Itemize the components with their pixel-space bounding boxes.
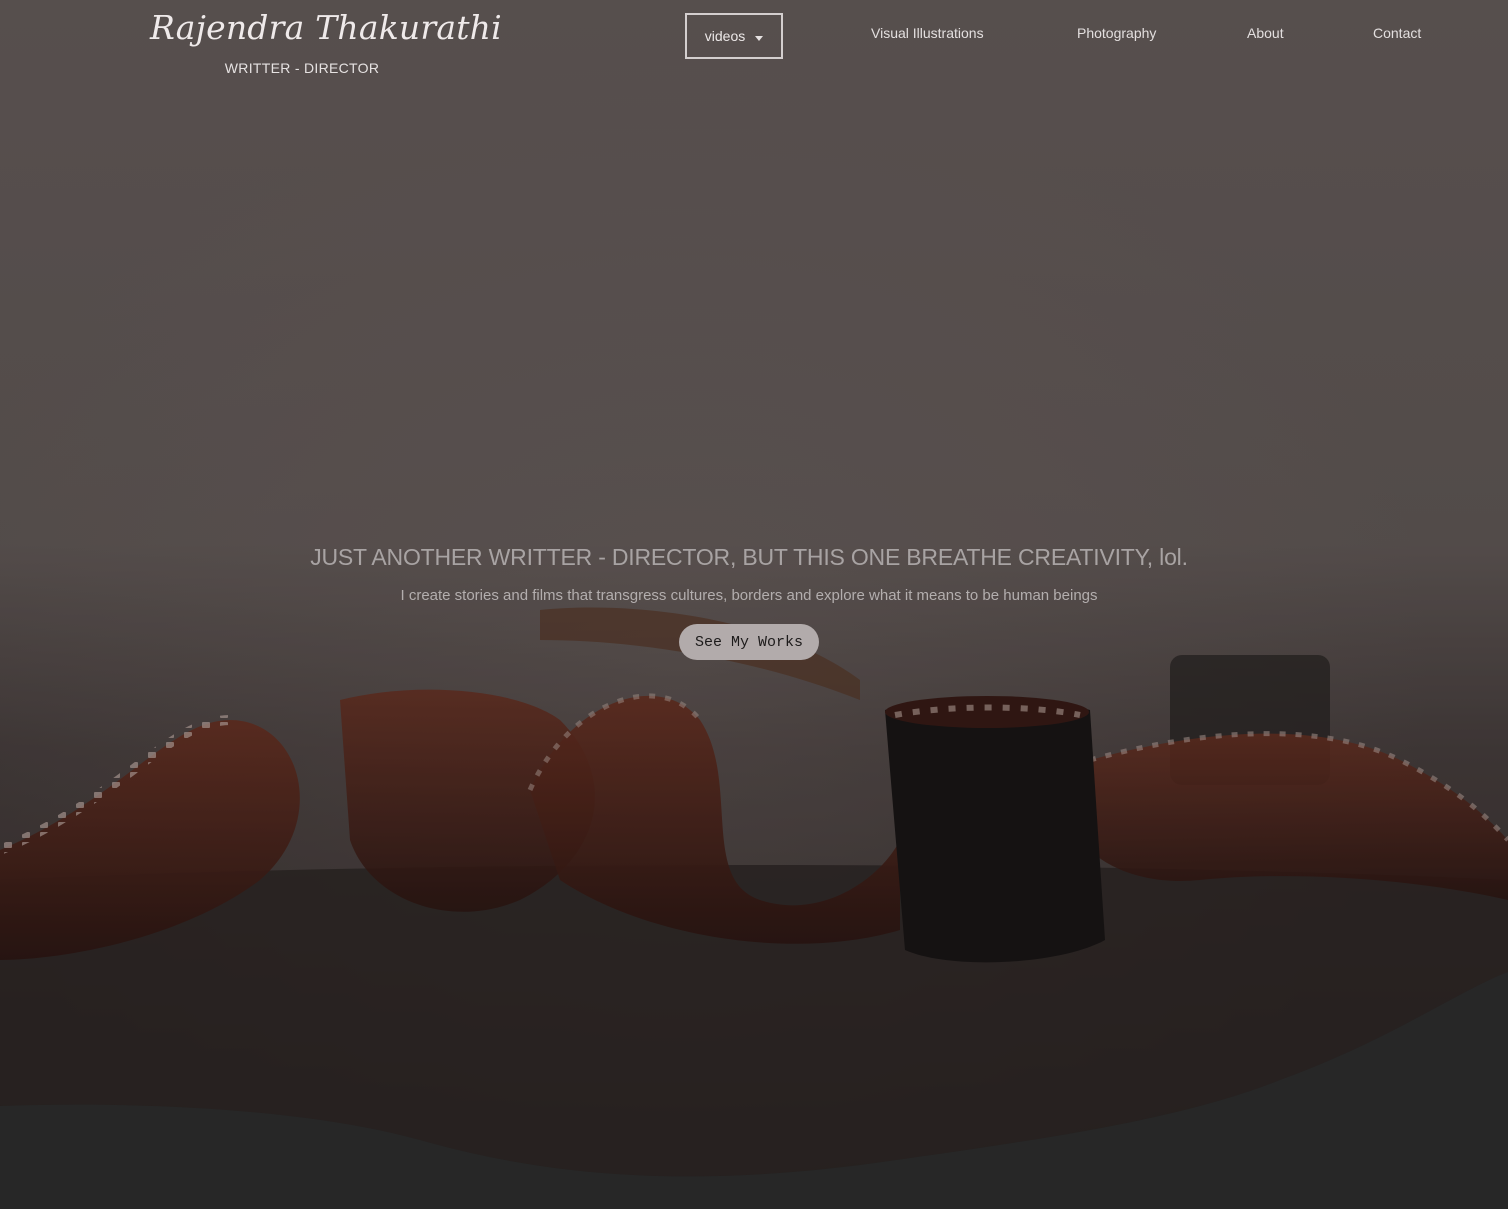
hero-section: Rajendra Thakurathi WRITTER - DIRECTOR v… — [0, 0, 1508, 1209]
nav-link-about[interactable]: About — [1247, 25, 1284, 41]
hero-dark-overlay — [0, 0, 1508, 1209]
nav-dropdown-label: videos — [704, 28, 746, 44]
brand-name[interactable]: Rajendra Thakurathi — [150, 6, 502, 50]
nav-link-contact[interactable]: Contact — [1373, 25, 1421, 41]
nav-link-visual-illustrations[interactable]: Visual Illustrations — [871, 25, 984, 41]
nav-link-photography[interactable]: Photography — [1077, 25, 1156, 41]
caret-down-icon — [755, 35, 764, 41]
nav-dropdown-videos[interactable]: videos — [685, 13, 783, 59]
see-my-works-button[interactable]: See My Works — [679, 624, 819, 660]
hero-headline: JUST ANOTHER WRITTER - DIRECTOR, BUT THI… — [310, 544, 1188, 570]
hero-background-image — [0, 0, 1508, 1209]
brand[interactable]: Rajendra Thakurathi WRITTER - DIRECTOR — [150, 6, 502, 76]
hero-subline: I create stories and films that transgre… — [400, 587, 1098, 604]
brand-role: WRITTER - DIRECTOR — [224, 60, 380, 76]
